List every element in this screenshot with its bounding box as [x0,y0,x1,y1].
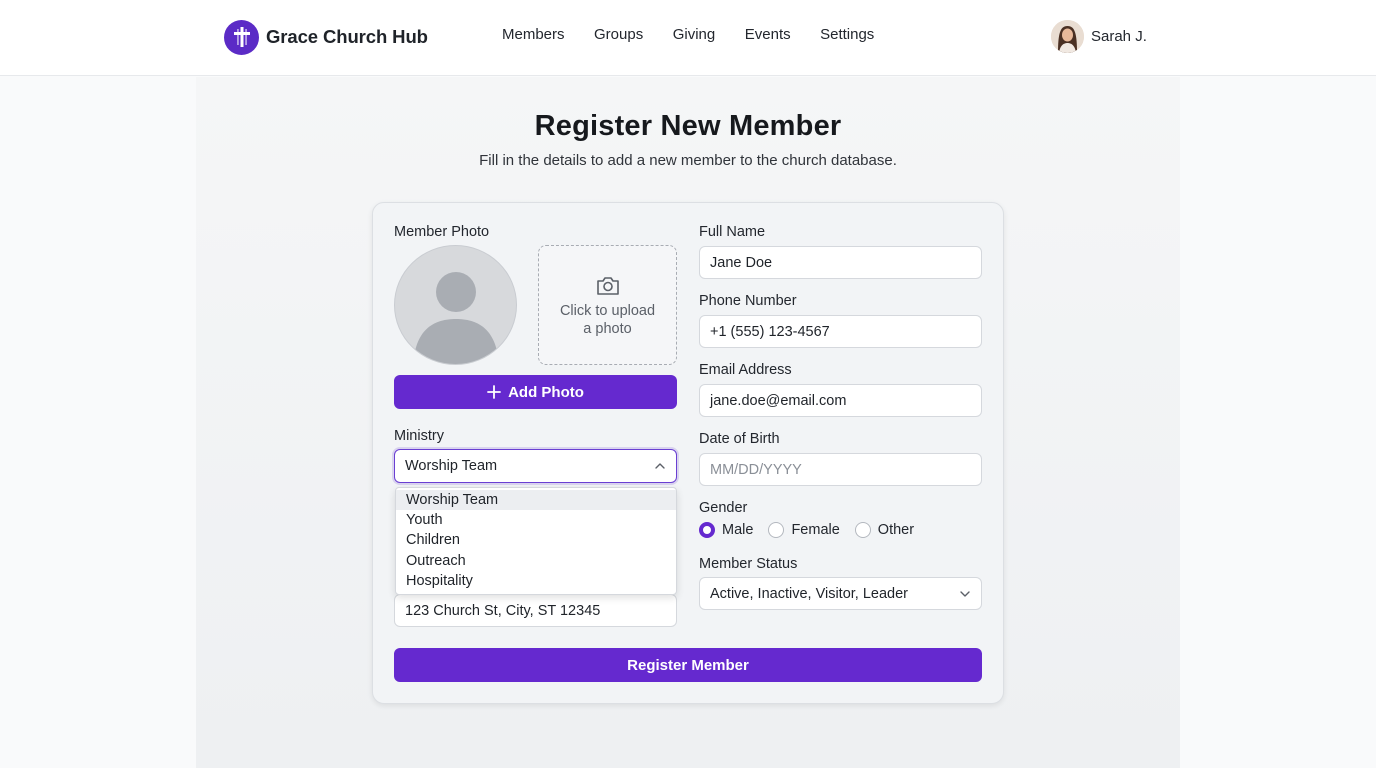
nav-groups[interactable]: Groups [594,26,643,43]
ministry-option[interactable]: Worship Team [396,490,676,511]
gender-label: Gender [699,500,748,516]
user-silhouette-icon [413,272,499,364]
plus-icon [487,385,501,399]
member-status-label: Member Status [699,556,798,572]
phone-input[interactable]: +1 (555) 123-4567 [699,315,982,348]
main-nav: Members Groups Giving Events Settings [502,26,904,43]
upload-hint: Click to upload a photo [539,302,676,338]
user-menu[interactable]: Sarah J. [1051,20,1147,53]
upload-hint-line1: Click to upload [559,303,656,319]
avatar [1051,20,1084,53]
member-status-value: Active, Inactive, Visitor, Leader [710,585,909,602]
full-name-input[interactable]: Jane Doe [699,246,982,279]
nav-members[interactable]: Members [502,26,565,43]
gender-option-label[interactable]: Female [791,522,839,538]
brand[interactable]: Grace Church Hub [224,19,428,55]
dob-label: Date of Birth [699,431,780,447]
dob-placeholder: MM/DD/YYYY [710,461,802,478]
dob-input[interactable]: MM/DD/YYYY [699,453,982,486]
upload-hint-line2: a photo [583,321,632,337]
register-member-button[interactable]: Register Member [394,648,982,682]
photo-upload-dropzone[interactable]: Click to upload a photo [538,245,677,365]
page-title: Register New Member [534,110,842,142]
register-member-label: Register Member [627,656,749,674]
add-photo-button[interactable]: Add Photo [394,375,677,409]
page-subtitle: Fill in the details to add a new member … [479,152,897,169]
phone-value: +1 (555) 123-4567 [710,323,830,340]
gender-radio-male[interactable] [699,522,715,538]
address-value: 123 Church St, City, ST 12345 [405,602,601,619]
gender-radio-other[interactable] [854,522,871,538]
ministry-option[interactable]: Hospitality [396,571,676,591]
top-navigation-bar: Grace Church Hub Members Groups Giving E… [0,0,1376,76]
add-photo-label: Add Photo [508,383,584,401]
ministry-option[interactable]: Children [396,530,676,550]
gender-option-label[interactable]: Other [878,522,914,538]
ministry-option[interactable]: Outreach [396,551,676,571]
ministry-select[interactable]: Worship Team [394,449,677,483]
nav-giving[interactable]: Giving [673,26,716,43]
gender-radio-female[interactable] [768,522,785,538]
gender-option-label[interactable]: Male [722,522,753,538]
phone-label: Phone Number [699,293,797,309]
app-name: Grace Church Hub [266,26,428,47]
member-photo-label: Member Photo [394,224,490,240]
gender-radio-group: Male Female Other [699,522,929,538]
nav-settings[interactable]: Settings [820,26,874,43]
user-name: Sarah J. [1091,28,1147,45]
ministry-option[interactable]: Youth [396,510,676,530]
email-label: Email Address [699,362,792,378]
ministry-label: Ministry [394,428,444,444]
chevron-down-icon [960,590,970,597]
cross-icon [224,19,259,55]
member-status-select[interactable]: Active, Inactive, Visitor, Leader [699,577,982,610]
nav-events[interactable]: Events [745,26,791,43]
email-input[interactable]: jane.doe@email.com [699,384,982,417]
photo-placeholder [394,245,517,365]
email-value: jane.doe@email.com [710,392,847,409]
ministry-dropdown-list: Worship Team Youth Children Outreach Hos… [395,487,677,595]
full-name-value: Jane Doe [710,254,773,271]
address-input[interactable]: 123 Church St, City, ST 12345 [394,594,677,627]
ministry-selected-value: Worship Team [405,458,498,474]
full-name-label: Full Name [699,224,766,240]
chevron-up-icon [655,463,665,469]
camera-icon [597,277,619,295]
